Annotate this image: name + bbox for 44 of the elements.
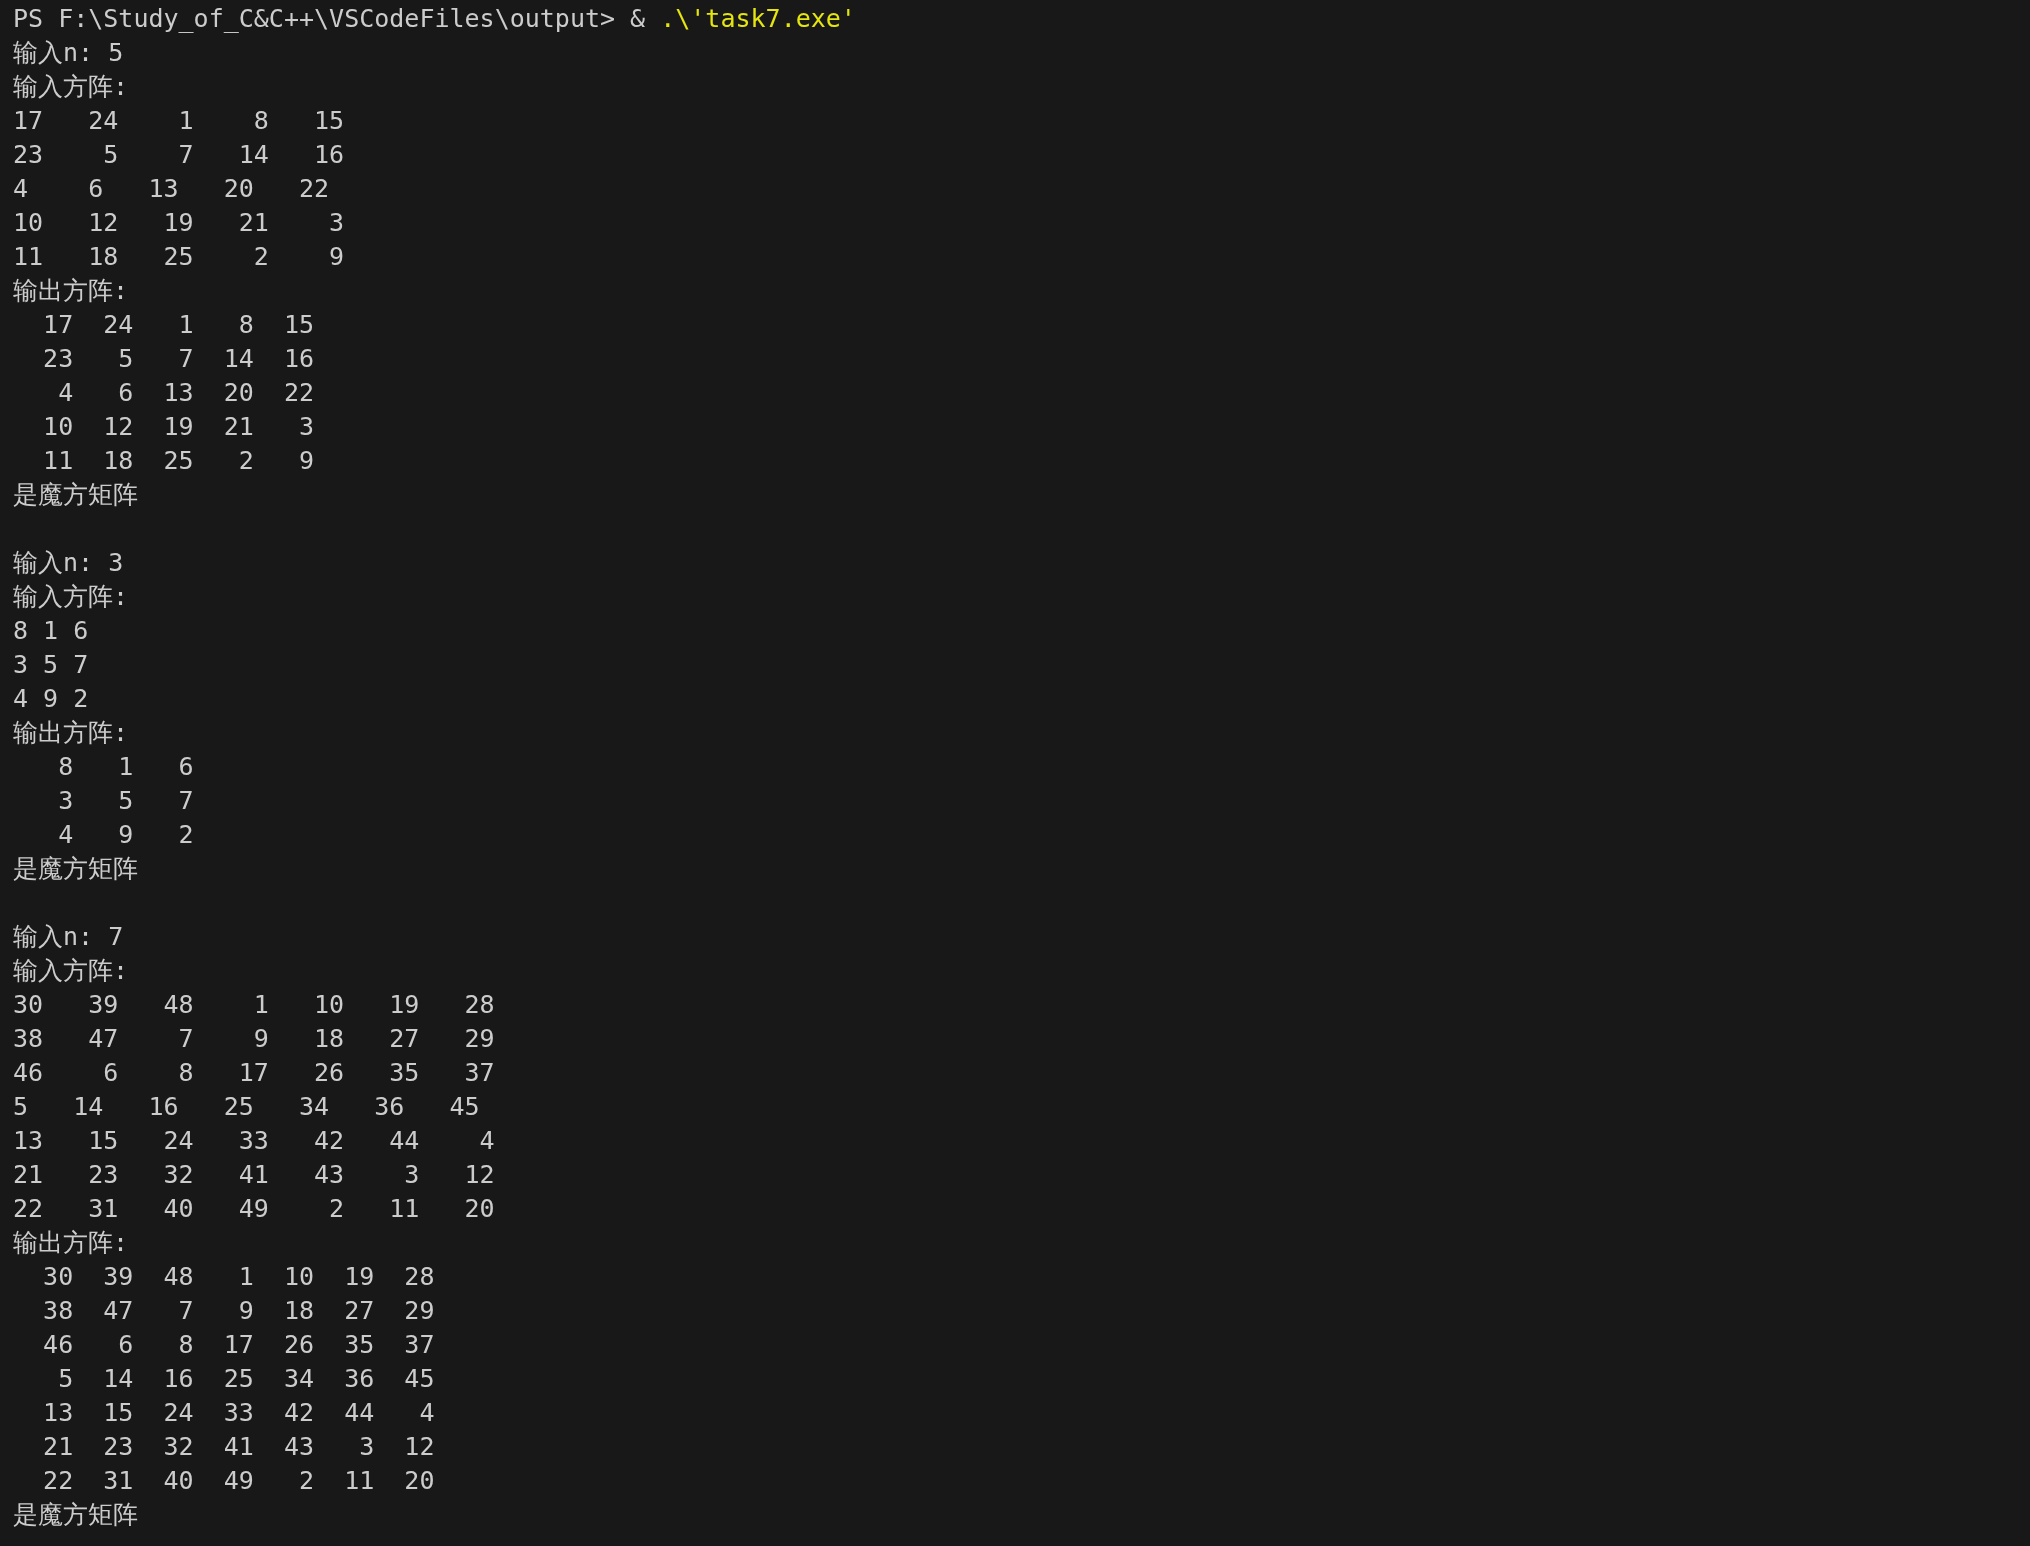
output-line: 输入方阵: xyxy=(13,955,129,987)
output-line: 是魔方矩阵 xyxy=(13,1499,138,1531)
output-line: 输入方阵: xyxy=(13,71,129,103)
output-line: 23 5 7 14 16 xyxy=(13,139,345,171)
output-line: 是魔方矩阵 xyxy=(13,853,138,885)
output-line: 4 9 2 xyxy=(13,683,89,715)
output-line: 输入n: 3 xyxy=(13,547,124,579)
output-line: 3 5 7 xyxy=(13,649,89,681)
output-line: 21 23 32 41 43 3 12 xyxy=(42,1431,435,1463)
output-line: 46 6 8 17 26 35 37 xyxy=(42,1329,435,1361)
output-line: 4 6 13 20 22 xyxy=(13,173,330,205)
output-line: 输入n: 7 xyxy=(13,921,124,953)
output-line: 17 24 1 8 15 xyxy=(13,105,345,137)
prompt-text: PS F:\Study_of_C&C++\VSCodeFiles\output> & xyxy=(13,3,647,35)
output-line: 输出方阵: xyxy=(13,717,129,749)
output-line: 4 9 2 xyxy=(57,819,194,851)
output-line: 11 18 25 2 9 xyxy=(13,241,345,273)
output-line: 8 1 6 xyxy=(13,615,89,647)
output-line: 38 47 7 9 18 27 29 xyxy=(13,1023,495,1055)
output-line: 是魔方矩阵 xyxy=(13,479,138,511)
output-line: 22 31 40 49 2 11 20 xyxy=(13,1193,495,1225)
output-line: 4 6 13 20 22 xyxy=(57,377,315,409)
output-line: 22 31 40 49 2 11 20 xyxy=(42,1465,435,1497)
output-line: 3 5 7 xyxy=(57,785,194,817)
output-line: 13 15 24 33 42 44 4 xyxy=(13,1125,495,1157)
output-line: 30 39 48 1 10 19 28 xyxy=(13,989,495,1021)
output-line: 输入n: 5 xyxy=(13,37,124,69)
output-line: 11 18 25 2 9 xyxy=(42,445,315,477)
output-line: 38 47 7 9 18 27 29 xyxy=(42,1295,435,1327)
output-line: 23 5 7 14 16 xyxy=(42,343,315,375)
command-text: .\'task7.exe' xyxy=(660,3,856,35)
output-line: 5 14 16 25 34 36 45 xyxy=(13,1091,480,1123)
output-line: 46 6 8 17 26 35 37 xyxy=(13,1057,495,1089)
output-line: 输出方阵: xyxy=(13,1227,129,1259)
output-line: 17 24 1 8 15 xyxy=(42,309,315,341)
output-line: 输出方阵: xyxy=(13,275,129,307)
output-line: 30 39 48 1 10 19 28 xyxy=(42,1261,435,1293)
output-line: 5 14 16 25 34 36 45 xyxy=(57,1363,435,1395)
output-line: 21 23 32 41 43 3 12 xyxy=(13,1159,495,1191)
output-line: 10 12 19 21 3 xyxy=(13,207,345,239)
output-line: 10 12 19 21 3 xyxy=(42,411,315,443)
output-line: 8 1 6 xyxy=(57,751,194,783)
output-line: 输入方阵: xyxy=(13,581,129,613)
output-line: 13 15 24 33 42 44 4 xyxy=(42,1397,435,1429)
